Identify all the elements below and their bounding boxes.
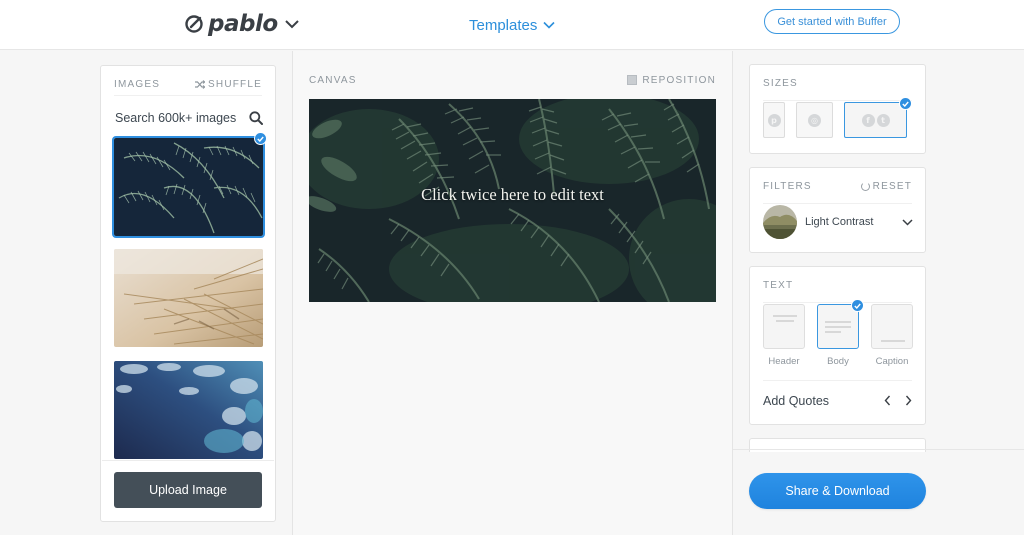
actions-divider [733, 449, 1024, 450]
image-thumbnail-ferns[interactable] [112, 136, 265, 238]
reset-label: RESET [872, 181, 912, 192]
chevron-right-icon[interactable] [905, 395, 912, 406]
fern-image [114, 138, 263, 236]
image-thumbnail-grass[interactable] [114, 249, 263, 347]
canvas-column: CANVAS REPOSITION Click twice here to ed… [293, 51, 732, 535]
chevron-down-icon [902, 218, 913, 226]
grass-image [114, 249, 263, 347]
design-canvas[interactable]: Click twice here to edit text [309, 99, 716, 302]
images-panel: IMAGES SHUFFLE Search 600k+ images Uploa… [100, 65, 276, 522]
shuffle-label: SHUFFLE [208, 78, 262, 90]
chevron-down-icon [284, 20, 299, 29]
sizes-panel: SIZES p ◎ f t [749, 64, 926, 154]
templates-dropdown[interactable]: Templates [469, 14, 555, 36]
images-section-label: IMAGES [114, 78, 161, 90]
pablo-logo-icon [185, 15, 203, 33]
water-image [114, 361, 263, 459]
text-line [825, 321, 851, 323]
pablo-logo-menu[interactable]: pablo [184, 9, 300, 39]
selected-check-icon [899, 97, 912, 110]
reposition-button[interactable]: REPOSITION [627, 75, 716, 86]
shuffle-button[interactable]: SHUFFLE [195, 79, 262, 90]
add-quotes-label[interactable]: Add Quotes [763, 394, 829, 408]
logo-text: pablo [208, 11, 278, 37]
reposition-icon [627, 75, 638, 85]
size-option-instagram[interactable]: ◎ [796, 102, 833, 138]
selected-check-icon [851, 299, 864, 312]
share-and-download-button[interactable]: Share & Download [749, 473, 926, 509]
add-quotes-row: Add Quotes [763, 380, 912, 420]
text-panel: TEXT Header Body Caption Add Quotes [749, 266, 926, 425]
image-search [115, 106, 263, 130]
twitter-icon: t [876, 113, 890, 127]
size-option-facebook-twitter[interactable]: f t [844, 102, 907, 138]
chevron-left-icon[interactable] [884, 395, 891, 406]
settings-column: SIZES p ◎ f t FILTERS RESET Light Contra… [732, 51, 1024, 535]
canvas-header: CANVAS REPOSITION [309, 73, 716, 87]
text-section-label: TEXT [763, 280, 794, 291]
reset-icon [860, 182, 870, 191]
text-line [776, 320, 794, 322]
image-thumbnail-water[interactable] [114, 361, 263, 459]
facebook-icon: f [861, 113, 875, 127]
sizes-section-label: SIZES [763, 78, 798, 89]
text-style-caption-label: Caption [875, 356, 909, 367]
filters-header: FILTERS RESET [763, 178, 912, 204]
search-icon[interactable] [249, 111, 263, 125]
upload-image-button[interactable]: Upload Image [114, 472, 262, 508]
shuffle-icon [195, 79, 206, 89]
image-search-input[interactable] [115, 111, 245, 125]
images-panel-header: IMAGES SHUFFLE [114, 76, 262, 96]
selected-check-icon [254, 132, 267, 145]
text-style-caption[interactable] [871, 304, 913, 349]
size-option-pinterest[interactable]: p [763, 102, 785, 138]
instagram-icon: ◎ [808, 113, 821, 127]
reposition-label: REPOSITION [642, 74, 716, 86]
chevron-down-icon [543, 21, 555, 29]
filter-dropdown[interactable]: Light Contrast [763, 205, 913, 239]
text-style-header[interactable] [763, 304, 805, 349]
pinterest-icon: p [767, 113, 781, 127]
text-style-header-label: Header [768, 356, 800, 367]
canvas-section-label: CANVAS [309, 74, 357, 86]
get-started-with-buffer-button[interactable]: Get started with Buffer [764, 9, 900, 34]
filters-panel: FILTERS RESET Light Contrast [749, 167, 926, 253]
canvas-text-overlay[interactable]: Click twice here to edit text [309, 185, 716, 205]
reset-filters-button[interactable]: RESET [860, 181, 912, 192]
selected-filter-name: Light Contrast [805, 216, 874, 228]
templates-label: Templates [469, 16, 538, 34]
text-line [881, 340, 905, 342]
top-bar: pablo Templates Get started with Buffer [0, 0, 1024, 50]
text-line [773, 315, 797, 317]
text-style-body-label: Body [827, 356, 849, 367]
quote-navigation [884, 395, 912, 406]
sizes-header: SIZES [763, 75, 912, 101]
filters-section-label: FILTERS [763, 181, 812, 192]
text-line [825, 331, 841, 333]
filter-preview-thumbnail [763, 205, 797, 239]
text-header: TEXT [763, 277, 912, 303]
text-line [825, 326, 851, 328]
images-column: IMAGES SHUFFLE Search 600k+ images Uploa… [0, 51, 293, 535]
